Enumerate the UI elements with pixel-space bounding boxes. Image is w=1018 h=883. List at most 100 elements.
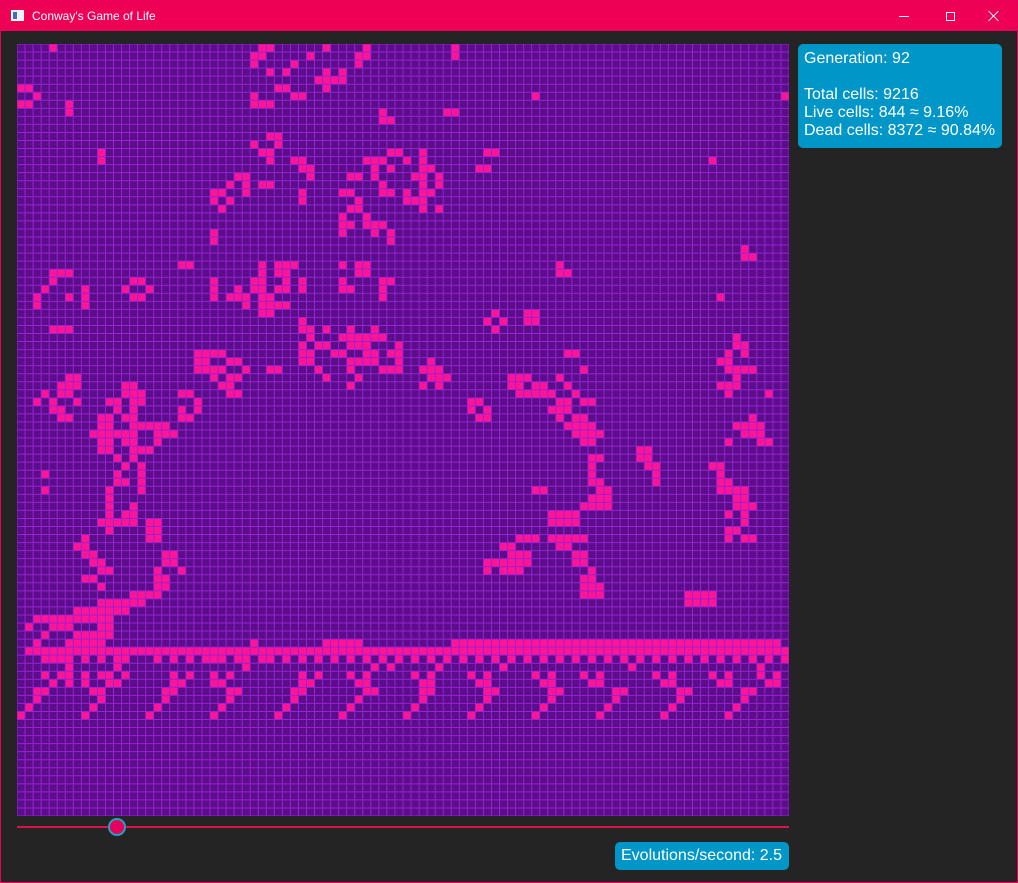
live-cell[interactable] [700,647,709,656]
live-cell[interactable] [338,76,347,85]
live-cell[interactable] [137,421,146,430]
live-cell[interactable] [298,196,307,205]
live-cell[interactable] [668,639,677,648]
live-cell[interactable] [668,679,677,688]
live-cell[interactable] [242,663,251,672]
live-cell[interactable] [386,228,395,237]
live-cell[interactable] [338,639,347,648]
live-cell[interactable] [121,389,130,398]
live-cell[interactable] [668,703,677,712]
live-cell[interactable] [748,647,757,656]
live-cell[interactable] [89,647,98,656]
live-cell[interactable] [571,413,580,422]
live-cell[interactable] [250,60,259,69]
live-cell[interactable] [258,309,267,318]
live-cell[interactable] [81,639,90,648]
live-cell[interactable] [105,647,114,656]
live-cell[interactable] [491,558,500,567]
live-cell[interactable] [716,357,725,366]
live-cell[interactable] [210,237,219,246]
live-cell[interactable] [587,566,596,575]
live-cell[interactable] [700,639,709,648]
live-cell[interactable] [121,462,130,471]
live-cell[interactable] [499,542,508,551]
live-cell[interactable] [772,679,781,688]
live-cell[interactable] [604,486,613,495]
live-cell[interactable] [226,180,235,189]
live-cell[interactable] [732,502,741,511]
live-cell[interactable] [346,647,355,656]
live-cell[interactable] [756,421,765,430]
live-cell[interactable] [354,196,363,205]
live-cell[interactable] [346,671,355,680]
live-cell[interactable] [499,647,508,656]
live-cell[interactable] [370,357,379,366]
live-cell[interactable] [700,598,709,607]
live-cell[interactable] [81,647,90,656]
live-cell[interactable] [258,52,267,61]
live-cell[interactable] [620,639,629,648]
live-cell[interactable] [113,397,122,406]
live-cell[interactable] [427,164,436,173]
live-cell[interactable] [507,647,516,656]
live-cell[interactable] [764,655,773,664]
live-cell[interactable] [234,655,243,664]
live-cell[interactable] [378,365,387,374]
live-cell[interactable] [97,518,106,527]
live-cell[interactable] [748,430,757,439]
live-cell[interactable] [65,413,74,422]
live-cell[interactable] [73,381,82,390]
live-cell[interactable] [587,494,596,503]
live-cell[interactable] [73,397,82,406]
live-cell[interactable] [732,341,741,350]
live-cell[interactable] [378,180,387,189]
live-cell[interactable] [748,687,757,696]
live-cell[interactable] [539,639,548,648]
live-cell[interactable] [435,381,444,390]
live-cell[interactable] [587,462,596,471]
live-cell[interactable] [604,703,613,712]
live-cell[interactable] [708,639,717,648]
live-cell[interactable] [523,389,532,398]
live-cell[interactable] [169,550,178,559]
live-cell[interactable] [716,655,725,664]
live-cell[interactable] [314,647,323,656]
live-cell[interactable] [57,623,66,632]
live-cell[interactable] [330,76,339,85]
live-cell[interactable] [242,655,251,664]
live-cell[interactable] [250,52,259,61]
live-cell[interactable] [579,438,588,447]
live-cell[interactable] [169,430,178,439]
live-cell[interactable] [378,277,387,286]
live-cell[interactable] [105,679,114,688]
live-cell[interactable] [41,486,50,495]
live-cell[interactable] [531,317,540,326]
live-cell[interactable] [65,293,74,302]
live-cell[interactable] [692,639,701,648]
live-cell[interactable] [153,647,162,656]
live-cell[interactable] [129,430,138,439]
live-cell[interactable] [137,470,146,479]
live-cell[interactable] [338,711,347,720]
live-cell[interactable] [306,357,315,366]
live-cell[interactable] [652,462,661,471]
live-cell[interactable] [33,647,42,656]
live-cell[interactable] [700,590,709,599]
live-cell[interactable] [571,647,580,656]
live-cell[interactable] [105,510,114,519]
live-cell[interactable] [756,663,765,672]
live-cell[interactable] [724,510,733,519]
live-cell[interactable] [539,486,548,495]
live-cell[interactable] [33,639,42,648]
live-cell[interactable] [563,518,572,527]
live-cell[interactable] [716,478,725,487]
live-cell[interactable] [394,148,403,157]
live-cell[interactable] [555,655,564,664]
live-cell[interactable] [57,614,66,623]
live-cell[interactable] [435,172,444,181]
live-cell[interactable] [378,116,387,125]
live-cell[interactable] [587,582,596,591]
live-cell[interactable] [419,365,428,374]
live-cell[interactable] [210,711,219,720]
live-cell[interactable] [137,478,146,487]
